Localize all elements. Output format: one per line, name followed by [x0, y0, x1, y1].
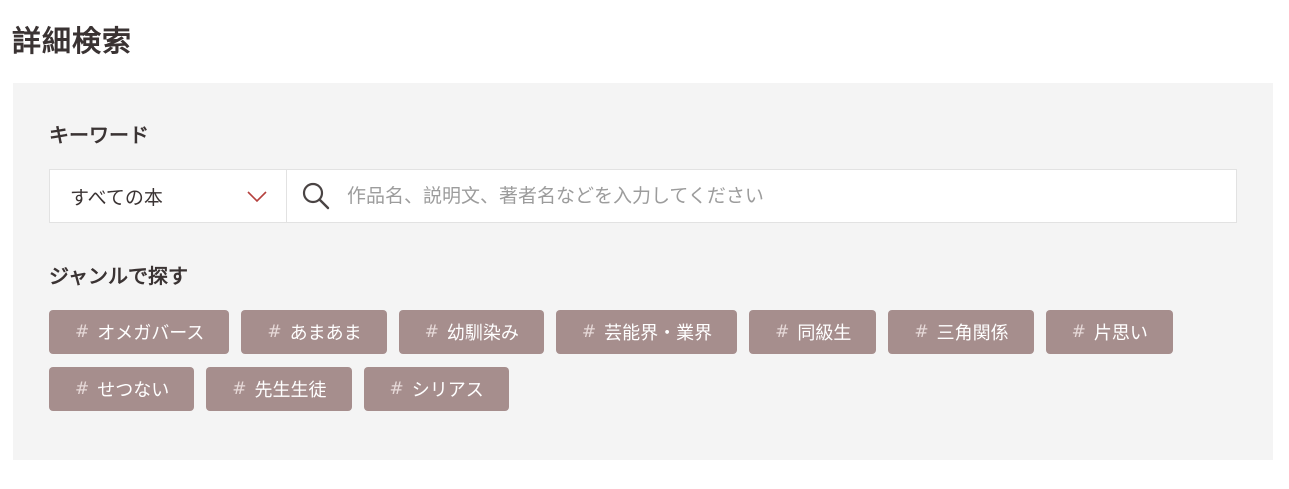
hash-icon: # — [75, 379, 90, 399]
genre-tag-label: 先生生徒 — [254, 380, 327, 401]
keyword-label: キーワード — [49, 123, 149, 147]
scope-select-value: すべての本 — [70, 186, 163, 209]
search-field — [287, 170, 1236, 222]
genre-tag-label: オメガバース — [97, 323, 205, 344]
scope-select[interactable]: すべての本 — [50, 170, 287, 222]
genre-tag-label: 片思い — [1093, 323, 1148, 344]
genre-tag[interactable]: # 幼馴染み — [398, 310, 544, 354]
genre-tag[interactable]: # せつない — [49, 367, 195, 411]
genre-tag-label: 芸能界・業界 — [604, 323, 713, 344]
page-title: 詳細検索 — [12, 24, 133, 58]
genre-label: ジャンルで探す — [49, 264, 188, 288]
genre-tag-label: 幼馴染み — [446, 323, 519, 344]
chevron-down-icon — [247, 191, 267, 203]
genre-tag[interactable]: # オメガバース — [49, 310, 230, 354]
hash-icon: # — [389, 379, 404, 399]
hash-icon: # — [775, 322, 790, 342]
search-icon — [302, 182, 330, 210]
genre-tag-label: せつない — [97, 380, 170, 401]
genre-tag[interactable]: # 芸能界・業界 — [555, 310, 738, 354]
hash-icon: # — [232, 379, 247, 399]
hash-icon: # — [1071, 322, 1086, 342]
genre-tag[interactable]: # 同級生 — [749, 310, 877, 354]
keyword-search-bar: すべての本 — [49, 169, 1237, 223]
hash-icon: # — [424, 322, 439, 342]
hash-icon: # — [581, 322, 597, 342]
genre-tag-label: 同級生 — [797, 323, 852, 344]
genre-tag-label: あまあま — [289, 323, 362, 344]
genre-tag[interactable]: # 三角関係 — [888, 310, 1034, 354]
hash-icon: # — [914, 322, 929, 342]
genre-tag-label: シリアス — [411, 380, 484, 401]
search-input[interactable] — [347, 185, 1236, 207]
hash-icon: # — [75, 322, 90, 342]
genre-tag[interactable]: # 片思い — [1045, 310, 1173, 354]
genre-tag[interactable]: # あまあま — [241, 310, 387, 354]
genre-tag-label: 三角関係 — [936, 323, 1009, 344]
genre-tag[interactable]: # シリアス — [363, 367, 509, 411]
search-panel: キーワード すべての本 ジャンルで探す # オメガバース # あまあま # 幼馴染み # 芸能… — [13, 83, 1273, 460]
hash-icon: # — [267, 322, 282, 342]
genre-tag[interactable]: # 先生生徒 — [206, 367, 352, 411]
genre-tag-list: # オメガバース # あまあま # 幼馴染み # 芸能界・業界 # 同級生 # 三角関係 # 片思い # せつ… — [49, 310, 1237, 411]
